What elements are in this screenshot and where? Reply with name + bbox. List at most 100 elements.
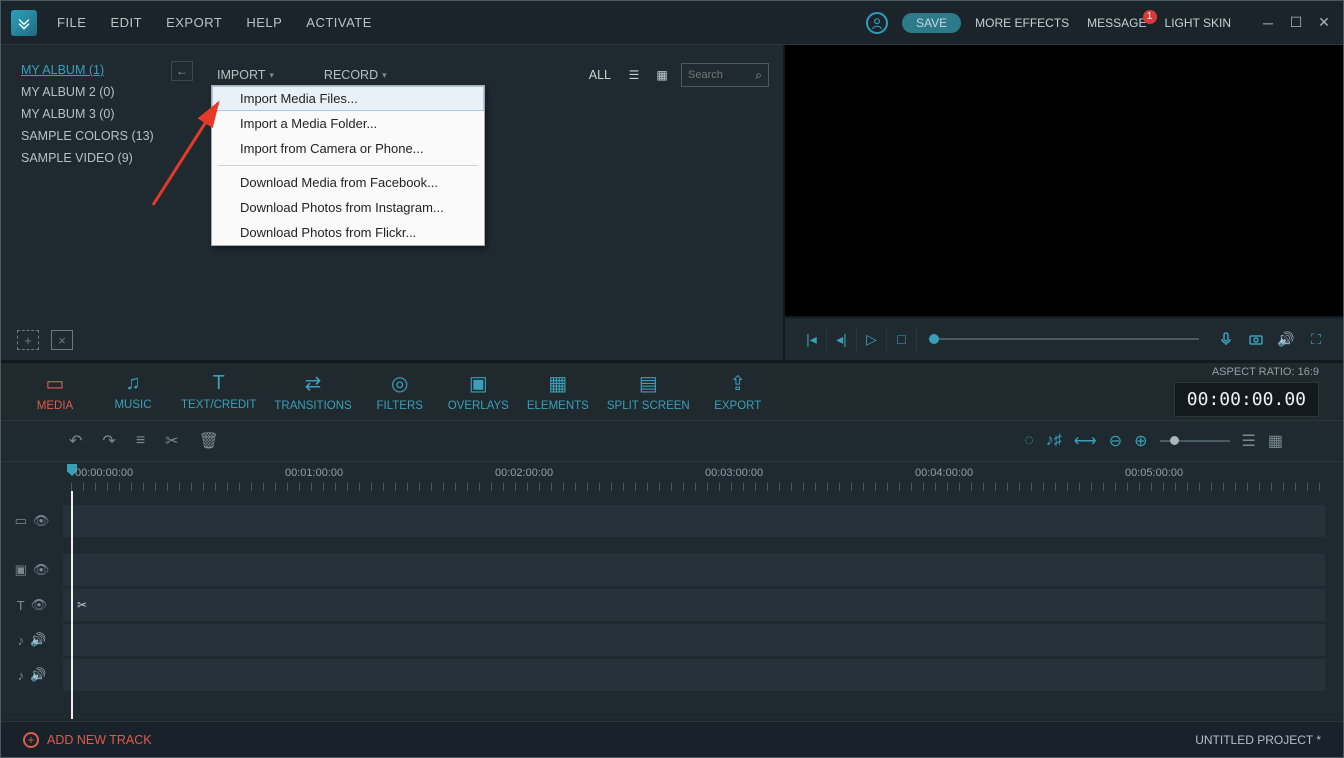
save-button[interactable]: SAVE xyxy=(902,13,961,33)
preview-viewport xyxy=(785,45,1343,316)
splitscreen-icon: ▤ xyxy=(639,371,658,396)
media-area: IMPORT ▾ RECORD ▾ ALL ☰ ▦ ⌕ Import Media… xyxy=(203,45,783,360)
export-icon: ⇪ xyxy=(729,371,746,396)
minimize-button[interactable]: ─ xyxy=(1259,14,1277,32)
eye-icon[interactable]: 👁 xyxy=(33,513,50,529)
tab-media[interactable]: ▭MEDIA xyxy=(25,371,85,412)
album-item-samplevideo[interactable]: SAMPLE VIDEO (9) xyxy=(21,151,183,165)
eye-icon[interactable]: 👁 xyxy=(31,597,48,613)
import-media-folder-item[interactable]: Import a Media Folder... xyxy=(212,111,484,136)
timecode-display: 00:00:00.00 xyxy=(1174,382,1319,417)
menu-help[interactable]: HELP xyxy=(246,15,282,30)
menu-edit[interactable]: EDIT xyxy=(110,15,142,30)
grid-view-icon[interactable]: ▦ xyxy=(653,68,671,82)
album-item-myalbum1[interactable]: MY ALBUM (1) xyxy=(21,63,183,77)
import-camera-phone-item[interactable]: Import from Camera or Phone... xyxy=(212,136,484,161)
tab-overlays[interactable]: ▣OVERLAYS xyxy=(448,371,509,412)
delete-icon[interactable]: 🗑 xyxy=(199,431,219,451)
preview-slider[interactable] xyxy=(929,338,1199,340)
gridview-icon[interactable]: ▦ xyxy=(1268,431,1283,451)
tab-splitscreen[interactable]: ▤SPLIT SCREEN xyxy=(607,371,690,412)
audio-track-1[interactable]: ♪🔊 xyxy=(1,624,1343,656)
preview-panel: |◂ ◂| ▷ □ 🔊 ⛶ xyxy=(783,45,1343,360)
prev-frame-button[interactable]: ◂| xyxy=(827,327,857,351)
filters-icon: ◎ xyxy=(391,371,408,396)
undo-icon[interactable]: ↶ xyxy=(69,431,82,451)
user-account-icon[interactable] xyxy=(866,12,888,34)
menu-export[interactable]: EXPORT xyxy=(166,15,222,30)
menu-activate[interactable]: ACTIVATE xyxy=(306,15,372,30)
add-folder-icon[interactable]: × xyxy=(51,330,73,350)
mic-icon[interactable] xyxy=(1211,327,1241,351)
text-track-icon: T xyxy=(17,598,25,613)
go-start-button[interactable]: |◂ xyxy=(797,327,827,351)
more-effects-link[interactable]: MORE EFFECTS xyxy=(975,16,1069,30)
search-icon: ⌕ xyxy=(755,68,762,83)
overlay-track-icon: ▣ xyxy=(15,562,27,578)
audio-track-2[interactable]: ♪🔊 xyxy=(1,659,1343,691)
playhead-line[interactable] xyxy=(71,491,73,719)
ruler-time-0: 00:00:00:00 xyxy=(75,467,133,479)
message-link[interactable]: MESSAGE 1 xyxy=(1087,16,1146,30)
tracklist-icon[interactable]: ☰ xyxy=(1242,431,1256,451)
play-button[interactable]: ▷ xyxy=(857,327,887,351)
close-button[interactable]: ✕ xyxy=(1315,14,1333,32)
volume-icon[interactable]: 🔊 xyxy=(1271,327,1301,351)
download-instagram-item[interactable]: Download Photos from Instagram... xyxy=(212,195,484,220)
overlays-icon: ▣ xyxy=(469,371,488,396)
text-track[interactable]: T👁 xyxy=(1,589,1343,621)
tab-filters[interactable]: ◎FILTERS xyxy=(370,371,430,412)
download-facebook-item[interactable]: Download Media from Facebook... xyxy=(212,170,484,195)
render-icon[interactable]: ◌ xyxy=(1024,432,1034,450)
transitions-icon: ⇄ xyxy=(305,371,322,396)
video-track-2[interactable]: ▣👁 xyxy=(1,554,1343,586)
cut-icon[interactable]: ✂ xyxy=(165,431,178,451)
speaker-icon[interactable]: 🔊 xyxy=(30,632,46,648)
plus-icon: + xyxy=(23,732,39,748)
maximize-button[interactable]: ☐ xyxy=(1287,14,1305,32)
video-track-1[interactable]: ▭👁 xyxy=(1,505,1343,537)
mixer-icon[interactable]: ♪♯ xyxy=(1046,432,1062,450)
tab-elements[interactable]: ▦ELEMENTS xyxy=(527,371,589,412)
tab-music[interactable]: ♫MUSIC xyxy=(103,372,163,411)
dropdown-separator xyxy=(218,165,478,166)
speaker-icon[interactable]: 🔊 xyxy=(30,667,46,683)
menu-file[interactable]: FILE xyxy=(57,15,86,30)
snapshot-icon[interactable] xyxy=(1241,327,1271,351)
import-dropdown-button[interactable]: IMPORT ▾ xyxy=(217,68,274,82)
all-filter-label[interactable]: ALL xyxy=(589,68,611,82)
import-media-files-item[interactable]: Import Media Files... xyxy=(212,86,484,111)
add-new-track-button[interactable]: + ADD NEW TRACK xyxy=(23,732,152,748)
eye-icon[interactable]: 👁 xyxy=(33,562,50,578)
album-item-myalbum3[interactable]: MY ALBUM 3 (0) xyxy=(21,107,183,121)
light-skin-link[interactable]: LIGHT SKIN xyxy=(1165,16,1231,30)
category-tabs: ▭MEDIA ♫MUSIC TTEXT/CREDIT ⇄TRANSITIONS … xyxy=(1,361,1343,421)
tab-text[interactable]: TTEXT/CREDIT xyxy=(181,372,256,411)
redo-icon[interactable]: ↷ xyxy=(102,431,115,451)
search-box[interactable]: ⌕ xyxy=(681,63,769,87)
footer-bar: + ADD NEW TRACK UNTITLED PROJECT * xyxy=(1,721,1343,757)
tab-transitions[interactable]: ⇄TRANSITIONS xyxy=(274,371,351,412)
stop-button[interactable]: □ xyxy=(887,327,917,351)
tab-export[interactable]: ⇪EXPORT xyxy=(708,371,768,412)
zoom-slider[interactable] xyxy=(1160,440,1230,442)
ruler-time-1: 00:01:00:00 xyxy=(285,467,343,479)
search-input[interactable] xyxy=(688,69,746,81)
caret-down-icon: ▾ xyxy=(382,70,387,81)
import-label: IMPORT xyxy=(217,68,265,82)
timeline-tracks: ✂ ▭👁 ▣👁 T👁 ♪🔊 ♪🔊 xyxy=(1,491,1343,719)
settings-icon[interactable]: ≡ xyxy=(136,432,145,450)
sidebar-back-button[interactable]: ← xyxy=(171,61,193,81)
record-dropdown-button[interactable]: RECORD ▾ xyxy=(324,68,387,82)
download-flickr-item[interactable]: Download Photos from Flickr... xyxy=(212,220,484,245)
list-view-icon[interactable]: ☰ xyxy=(625,68,643,82)
timeline-ruler[interactable]: 00:00:00:00 00:01:00:00 00:02:00:00 00:0… xyxy=(1,461,1343,491)
fullscreen-icon[interactable]: ⛶ xyxy=(1301,327,1331,351)
zoom-in-icon[interactable]: ⊕ xyxy=(1134,431,1147,451)
preview-controls: |◂ ◂| ▷ □ 🔊 ⛶ xyxy=(785,316,1343,360)
zoom-out-icon[interactable]: ⊖ xyxy=(1109,431,1122,451)
new-folder-icon[interactable]: + xyxy=(17,330,39,350)
album-item-myalbum2[interactable]: MY ALBUM 2 (0) xyxy=(21,85,183,99)
album-item-samplecolors[interactable]: SAMPLE COLORS (13) xyxy=(21,129,183,143)
fit-icon[interactable]: ⟷ xyxy=(1074,431,1097,451)
